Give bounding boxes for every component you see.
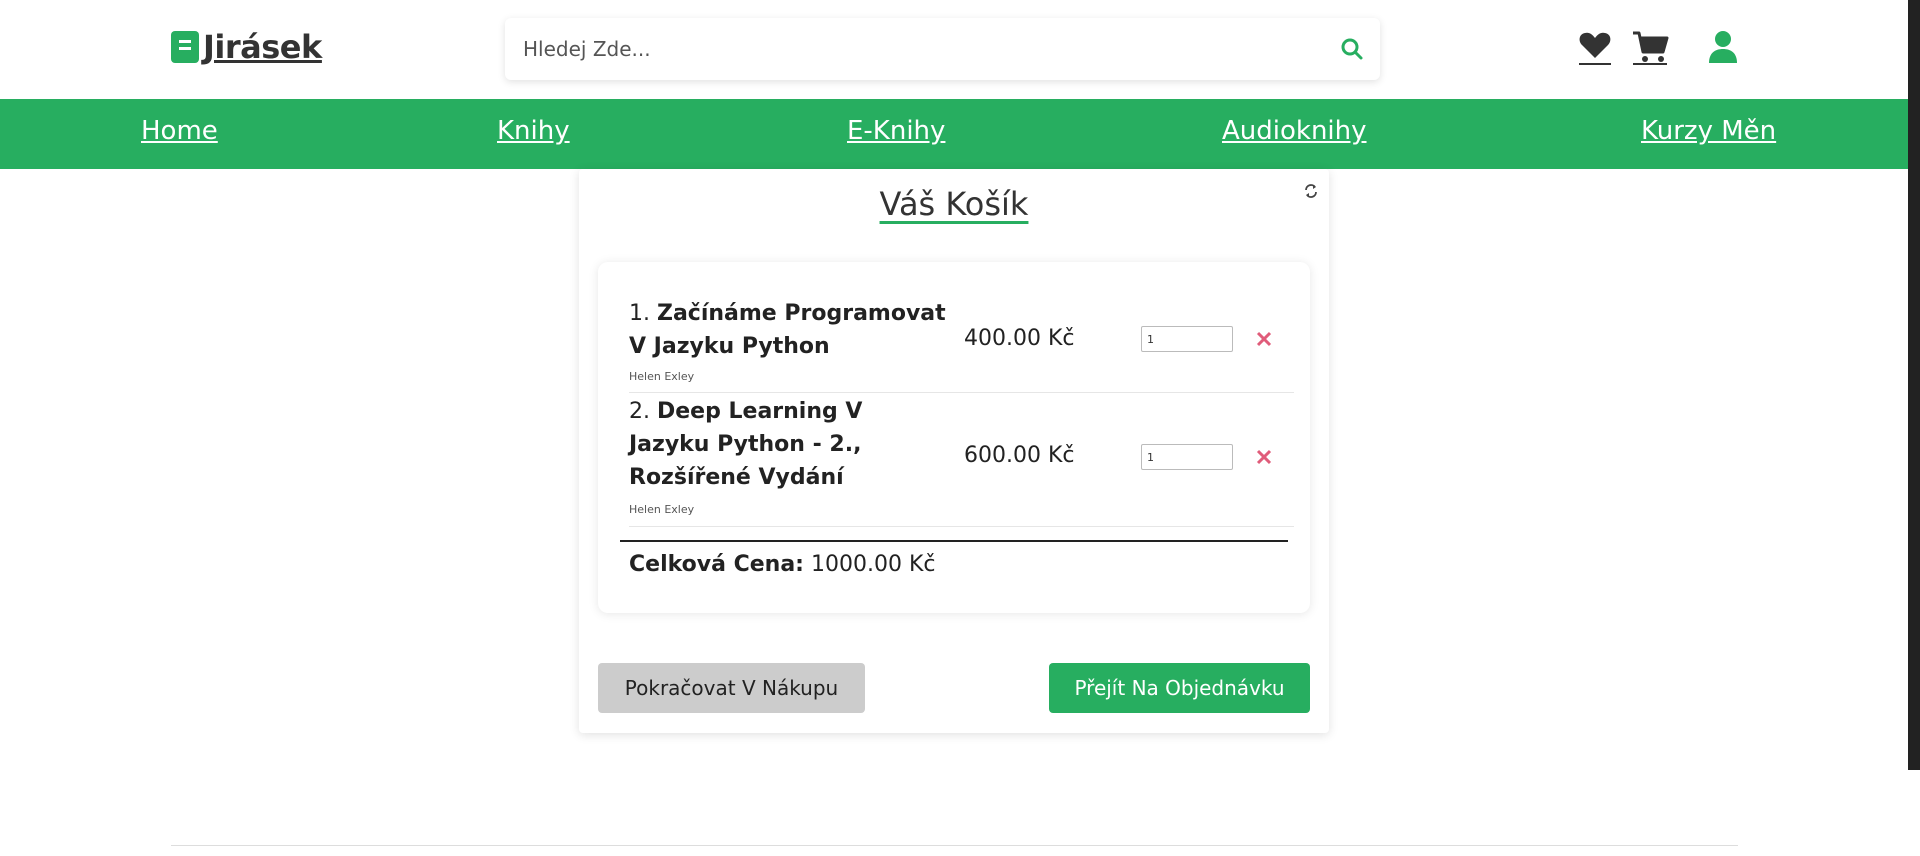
logo-link[interactable]: Jirásek [171, 28, 322, 66]
item-title: 1. Začínáme Programovat V Jazyku Python [629, 297, 949, 363]
nav-audioknihy[interactable]: Audioknihy [1222, 116, 1367, 146]
nav-e-knihy[interactable]: E-Knihy [847, 116, 945, 146]
continue-shopping-button[interactable]: Pokračovat V Nákupu [598, 663, 865, 713]
search-bar [505, 18, 1380, 80]
item-title-text: Deep Learning V Jazyku Python - 2., Rozš… [629, 399, 863, 490]
book-icon [171, 31, 199, 63]
remove-icon[interactable] [1256, 331, 1272, 351]
cart-card: Váš Košík 1. Začínáme Programovat V Jazy… [579, 169, 1329, 733]
scrollbar[interactable] [1908, 0, 1920, 770]
cart-icon[interactable] [1631, 30, 1669, 70]
cart-title-wrap: Váš Košík [579, 185, 1329, 223]
quantity-input[interactable] [1141, 444, 1233, 470]
user-icon[interactable] [1708, 30, 1738, 68]
search-icon[interactable] [1324, 18, 1380, 80]
cart-items: 1. Začínáme Programovat V Jazyku Python … [598, 262, 1310, 613]
cart-total: Celková Cena: 1000.00 Kč [629, 552, 935, 577]
nav-home[interactable]: Home [141, 116, 218, 146]
item-price: 600.00 Kč [964, 443, 1075, 468]
nav-kurzy-men[interactable]: Kurzy Měn [1641, 116, 1776, 146]
total-value: 1000.00 Kč [810, 552, 936, 577]
heart-icon[interactable] [1578, 30, 1612, 70]
item-title: 2. Deep Learning V Jazyku Python - 2., R… [629, 395, 949, 494]
proceed-to-order-button[interactable]: Přejít Na Objednávku [1049, 663, 1310, 713]
nav-knihy[interactable]: Knihy [497, 116, 570, 146]
item-author: Helen Exley [629, 370, 695, 383]
item-title-text: Začínáme Programovat V Jazyku Python [629, 301, 946, 359]
item-index: 1. [629, 301, 650, 326]
quantity-input[interactable] [1141, 326, 1233, 352]
footer-divider [171, 845, 1738, 846]
item-price: 400.00 Kč [964, 326, 1075, 351]
cart-item: 1. Začínáme Programovat V Jazyku Python … [629, 297, 1294, 393]
total-divider [620, 540, 1288, 542]
header: Jirásek [0, 0, 1908, 99]
logo-text: Jirásek [203, 28, 322, 66]
search-input[interactable] [505, 18, 1324, 80]
total-label: Celková Cena: [629, 552, 804, 577]
cart-title: Váš Košík [879, 185, 1029, 223]
refresh-icon[interactable] [1303, 183, 1319, 203]
item-index: 2. [629, 399, 650, 424]
cart-item: 2. Deep Learning V Jazyku Python - 2., R… [629, 393, 1294, 527]
item-author: Helen Exley [629, 503, 695, 516]
remove-icon[interactable] [1256, 449, 1272, 469]
main-nav: Home Knihy E-Knihy Audioknihy Kurzy Měn [0, 99, 1908, 169]
